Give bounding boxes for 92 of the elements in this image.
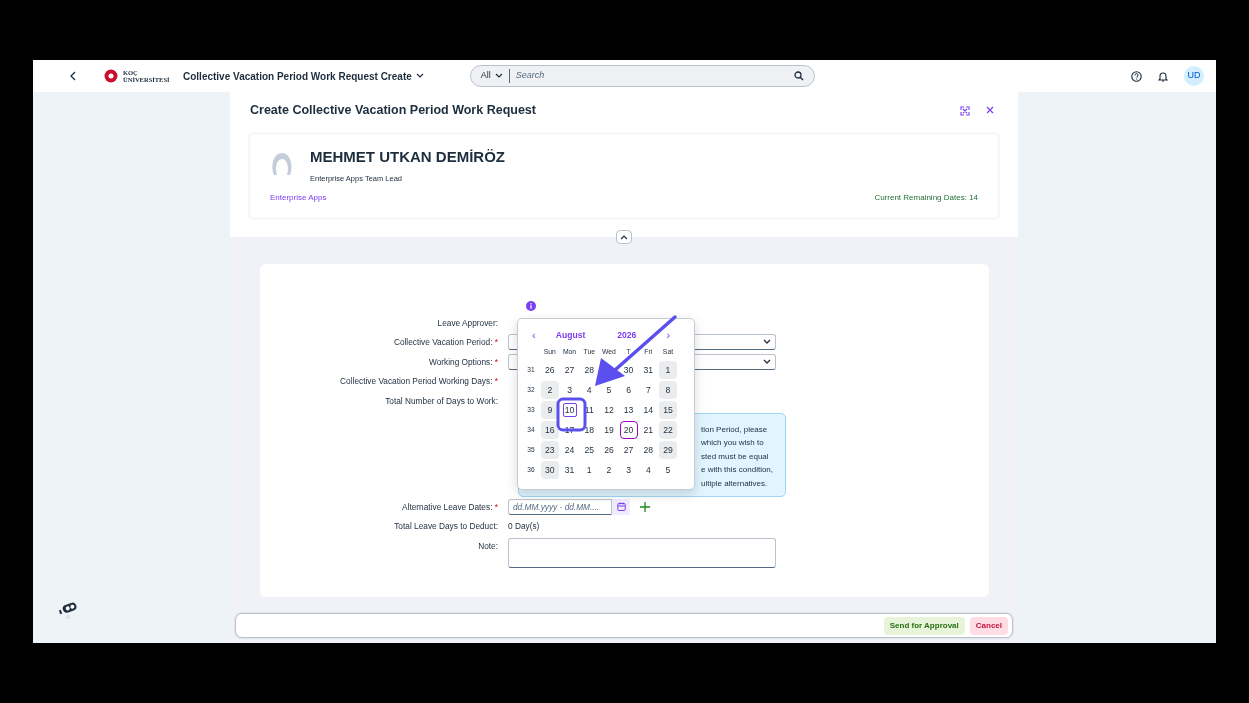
calendar-button[interactable]: [612, 498, 630, 515]
calendar-day[interactable]: 19: [599, 421, 618, 439]
calendar-day[interactable]: 31: [639, 361, 658, 379]
calendar-day[interactable]: 22: [658, 421, 677, 439]
calendar-day[interactable]: 5: [599, 381, 618, 399]
calendar-day[interactable]: 20: [619, 421, 638, 439]
calendar-day[interactable]: 2: [599, 461, 618, 479]
calendar-day[interactable]: 5: [658, 461, 677, 479]
required-mark: *: [494, 356, 498, 367]
calendar-day[interactable]: 3: [619, 461, 638, 479]
cancel-button[interactable]: Cancel: [969, 616, 1008, 635]
calendar-day[interactable]: 4: [639, 461, 658, 479]
field-label: Leave Approver:: [437, 317, 498, 328]
calendar-day[interactable]: 26: [540, 361, 559, 379]
field-label: Collective Vacation Period Working Days:: [340, 376, 493, 387]
calendar-day[interactable]: 25: [580, 441, 599, 459]
calendar-day[interactable]: 10: [560, 401, 579, 419]
calendar-day[interactable]: 16: [540, 421, 559, 439]
chevron-down-icon: [415, 73, 424, 79]
chevron-down-icon: [763, 359, 771, 365]
add-icon[interactable]: [640, 501, 650, 512]
field-label: Working Options:: [428, 356, 493, 367]
next-month-button[interactable]: ›: [666, 326, 671, 344]
remaining-dates: Current Remaining Dates: 14: [874, 191, 978, 204]
field-value: 0 Day(s): [508, 521, 540, 532]
field-label: Total Leave Days to Deduct:: [394, 521, 498, 532]
required-mark: *: [494, 337, 498, 348]
calendar-day[interactable]: 13: [619, 401, 638, 419]
required-mark: *: [494, 501, 498, 512]
info-text: ultiple alternatives.: [701, 477, 769, 490]
dialog-title: Create Collective Vacation Period Work Request: [250, 103, 536, 118]
calendar-day[interactable]: 28: [580, 361, 599, 379]
calendar-day[interactable]: 31: [560, 461, 579, 479]
calendar-day[interactable]: 28: [639, 441, 658, 459]
logo-icon: [103, 69, 119, 83]
back-icon[interactable]: [69, 71, 77, 81]
info-text: sted must be equal: [701, 450, 770, 463]
date-range-field[interactable]: dd.MM.yyyy - dd.MM....: [508, 498, 612, 515]
info-text: e with this condition,: [701, 464, 775, 477]
scope-label: All: [480, 69, 491, 83]
search-icon[interactable]: [793, 71, 804, 81]
calendar-day[interactable]: 26: [599, 441, 618, 459]
note-field[interactable]: [508, 538, 776, 569]
info-icon[interactable]: [526, 300, 536, 311]
field-label: Collective Vacation Period:: [393, 337, 493, 348]
calendar-day[interactable]: 3: [560, 381, 579, 399]
chevron-up-icon: [620, 234, 628, 240]
calendar-day[interactable]: 1: [580, 461, 599, 479]
calendar-day[interactable]: 12: [599, 401, 618, 419]
employee-name: MEHMET UTKAN DEMİRÖZ: [310, 147, 505, 167]
search-field[interactable]: Search: [515, 69, 788, 83]
calendar-day[interactable]: 21: [639, 421, 658, 439]
calendar-day[interactable]: 14: [639, 401, 658, 419]
department-link[interactable]: Enterprise Apps: [270, 191, 327, 204]
help-icon[interactable]: [1131, 70, 1142, 82]
calendar-day[interactable]: 8: [658, 381, 677, 399]
month-button[interactable]: August: [555, 328, 586, 342]
send-button[interactable]: Send for Approval: [883, 616, 965, 635]
calendar-icon: [616, 502, 626, 512]
fullscreen-icon[interactable]: [960, 105, 970, 116]
field-label: Alternative Leave Dates:: [402, 501, 493, 512]
info-text: tion Period, please: [701, 423, 769, 436]
calendar-day[interactable]: 6: [619, 381, 638, 399]
bell-icon[interactable]: [1158, 70, 1168, 82]
calendar-day[interactable]: 4: [580, 381, 599, 399]
calendar-day[interactable]: 29: [658, 441, 677, 459]
avatar[interactable]: UD: [1184, 66, 1204, 86]
field-label: Note:: [478, 541, 498, 552]
collapse-button[interactable]: [616, 230, 632, 244]
app-title[interactable]: Collective Vacation Period Work Request Create: [183, 68, 424, 84]
calendar-day[interactable]: 1: [658, 361, 677, 379]
year-button[interactable]: 2026: [617, 328, 637, 342]
required-mark: *: [494, 376, 498, 387]
chevron-down-icon: [763, 339, 771, 346]
info-text: which you wish to: [701, 437, 765, 450]
calendar-day[interactable]: 24: [560, 441, 579, 459]
calendar-day[interactable]: 15: [658, 401, 677, 419]
chevron-down-icon[interactable]: [494, 73, 503, 79]
calendar-day[interactable]: 18: [580, 421, 599, 439]
calendar-day[interactable]: 9: [540, 401, 559, 419]
calendar-day[interactable]: 30: [540, 461, 559, 479]
calendar-day[interactable]: 30: [619, 361, 638, 379]
calendar-day[interactable]: 27: [619, 441, 638, 459]
search-bar[interactable]: All Search: [469, 65, 815, 87]
calendar-day[interactable]: 11: [580, 401, 599, 419]
calendar-day[interactable]: 2: [540, 381, 559, 399]
calendar-day[interactable]: 23: [540, 441, 559, 459]
calendar-day[interactable]: 27: [560, 361, 579, 379]
highlight-box: [556, 397, 587, 432]
calendar-day[interactable]: 7: [639, 381, 658, 399]
field-label: Total Number of Days to Work:: [385, 395, 498, 406]
close-icon[interactable]: [986, 105, 994, 114]
